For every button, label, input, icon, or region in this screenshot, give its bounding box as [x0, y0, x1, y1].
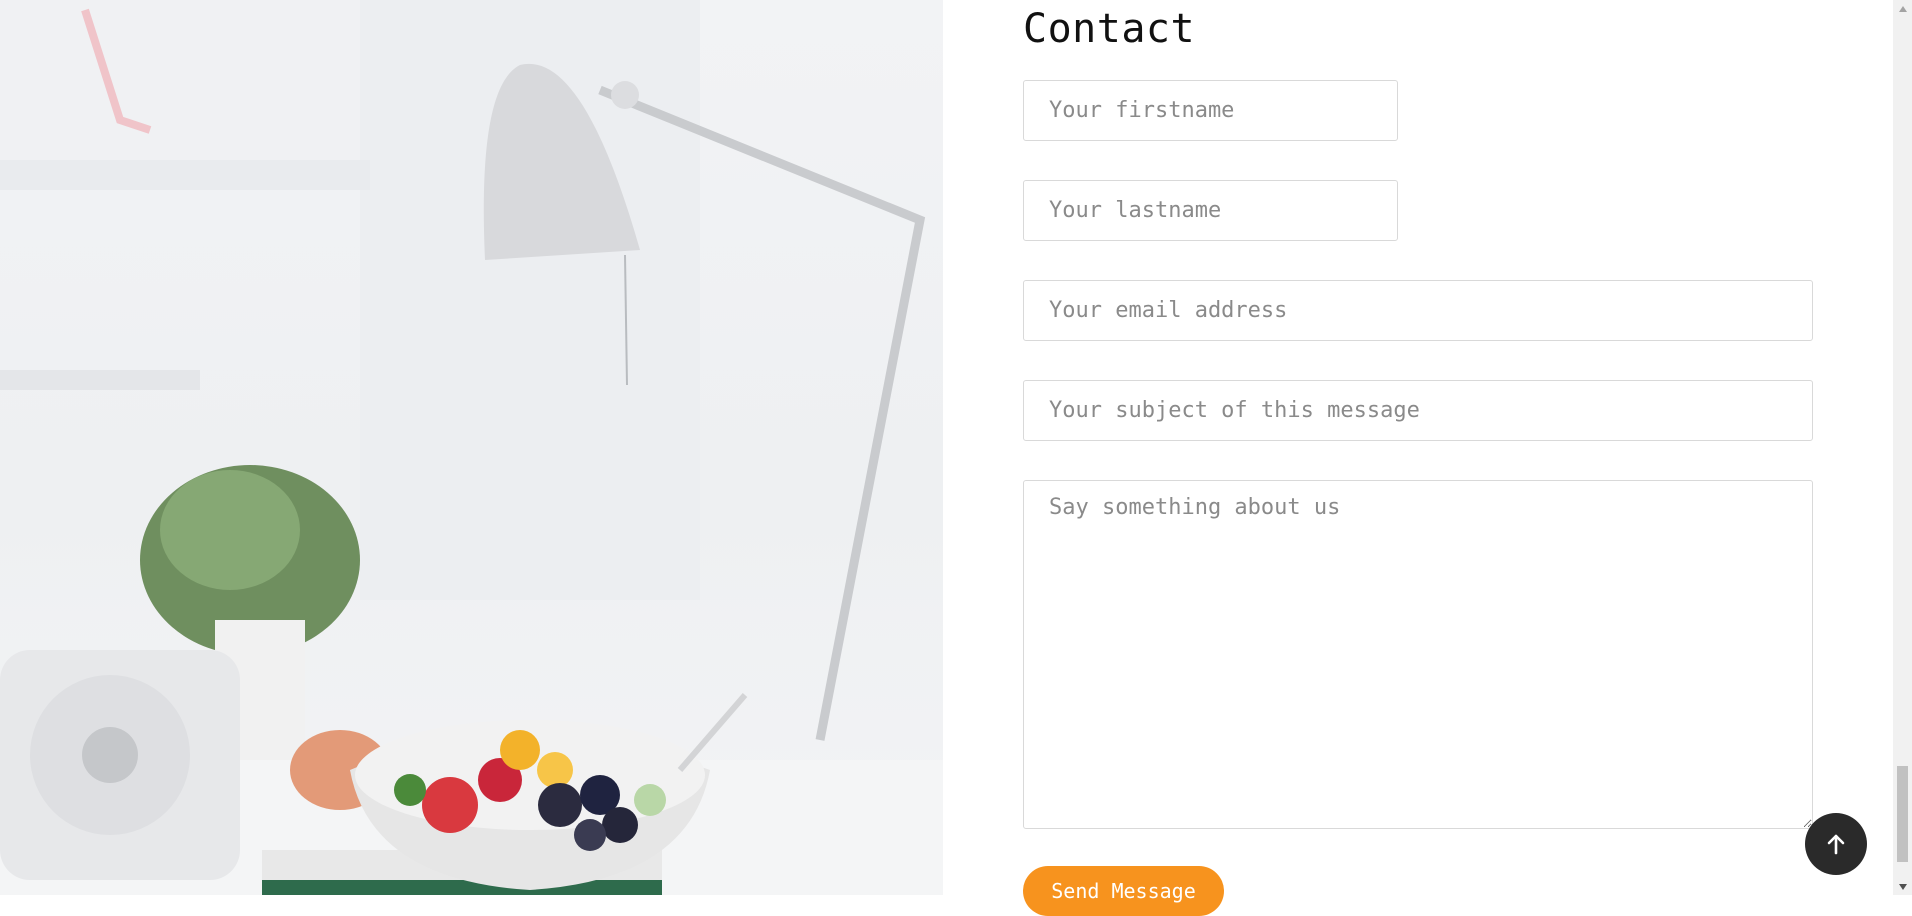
lastname-input[interactable]: [1023, 180, 1398, 241]
firstname-input[interactable]: [1023, 80, 1398, 141]
back-to-top-button[interactable]: [1805, 813, 1867, 875]
subject-input[interactable]: [1023, 380, 1813, 441]
arrow-up-icon: [1827, 834, 1845, 855]
caret-up-icon: [1898, 5, 1907, 12]
page-scrollbar[interactable]: [1893, 0, 1912, 895]
caret-down-icon: [1898, 883, 1907, 890]
scroll-up-arrow[interactable]: [1893, 0, 1912, 17]
email-input[interactable]: [1023, 280, 1813, 341]
send-message-button[interactable]: Send Message: [1023, 866, 1224, 916]
contact-section: Contact Send Message: [943, 0, 1893, 916]
desk-scene-illustration: [0, 0, 943, 895]
scroll-down-arrow[interactable]: [1893, 878, 1912, 895]
page-title: Contact: [1023, 6, 1196, 52]
hero-photo: [0, 0, 943, 895]
message-textarea[interactable]: [1023, 480, 1813, 829]
scroll-thumb[interactable]: [1897, 766, 1908, 862]
